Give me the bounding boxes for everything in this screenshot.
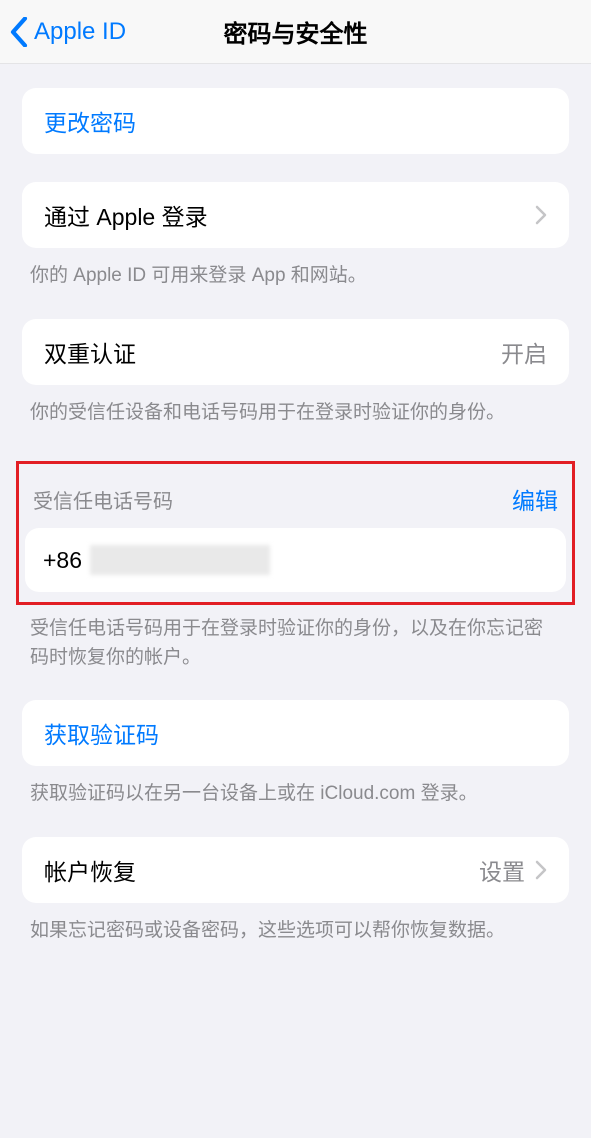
chevron-right-icon	[535, 205, 547, 225]
account-recovery-status: 设置	[479, 853, 525, 887]
two-factor-status: 开启	[501, 335, 547, 369]
change-password-row[interactable]: 更改密码	[22, 88, 569, 154]
get-verification-code-row[interactable]: 获取验证码	[22, 700, 569, 766]
chevron-left-icon	[10, 17, 28, 47]
trusted-phone-highlight: 受信任电话号码 编辑 +86	[16, 461, 575, 605]
sign-in-with-apple-label: 通过 Apple 登录	[44, 198, 208, 232]
get-verification-code-label: 获取验证码	[44, 716, 159, 750]
account-recovery-footer: 如果忘记密码或设备密码，这些选项可以帮你恢复数据。	[0, 903, 591, 946]
account-recovery-row[interactable]: 帐户恢复 设置	[22, 837, 569, 903]
back-label: Apple ID	[34, 18, 126, 46]
trusted-phone-prefix: +86	[43, 547, 82, 574]
sign-in-with-apple-row[interactable]: 通过 Apple 登录	[22, 182, 569, 248]
two-factor-label: 双重认证	[44, 335, 136, 369]
trusted-phone-footer: 受信任电话号码用于在登录时验证你的身份，以及在你忘记密码时恢复你的帐户。	[0, 605, 591, 672]
sign-in-with-apple-footer: 你的 Apple ID 可用来登录 App 和网站。	[0, 248, 591, 291]
edit-button[interactable]: 编辑	[512, 482, 558, 516]
two-factor-footer: 你的受信任设备和电话号码用于在登录时验证你的身份。	[0, 385, 591, 428]
trusted-phone-redacted	[90, 545, 270, 575]
nav-header: Apple ID 密码与安全性	[0, 0, 591, 64]
get-verification-code-footer: 获取验证码以在另一台设备上或在 iCloud.com 登录。	[0, 766, 591, 809]
trusted-phone-header: 受信任电话号码	[33, 485, 173, 514]
trusted-phone-row[interactable]: +86	[25, 528, 566, 592]
account-recovery-label: 帐户恢复	[44, 853, 136, 887]
two-factor-row[interactable]: 双重认证 开启	[22, 319, 569, 385]
change-password-label: 更改密码	[44, 104, 136, 138]
chevron-right-icon	[535, 860, 547, 880]
back-button[interactable]: Apple ID	[0, 17, 126, 47]
